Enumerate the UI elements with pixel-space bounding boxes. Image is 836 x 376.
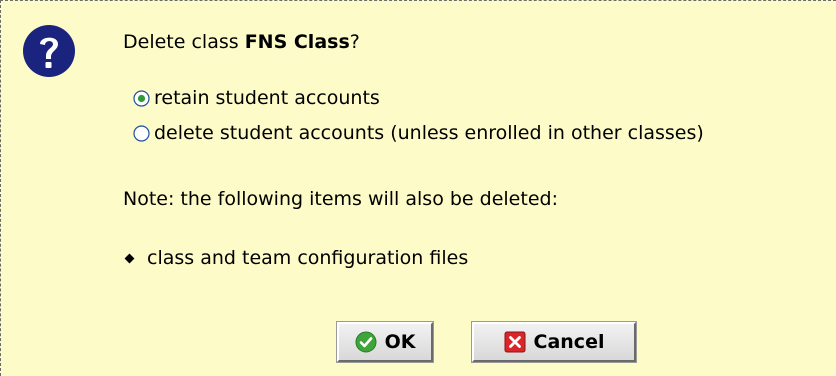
bullet-icon [124,253,135,263]
class-name: FNS Class [244,31,350,53]
radio-unselected-icon[interactable] [133,124,150,142]
retain-accounts-option[interactable]: retain student accounts [133,87,380,109]
cancel-button[interactable]: Cancel [471,321,637,363]
x-icon [504,331,526,353]
cancel-label: Cancel [533,331,605,353]
prompt-suffix: ? [349,31,360,53]
delete-prompt: Delete class FNS Class? [123,31,360,53]
retain-accounts-label: retain student accounts [154,87,380,109]
ok-button[interactable]: OK [336,321,434,363]
checkmark-icon [355,331,377,353]
question-mark-icon [23,25,75,77]
delete-class-dialog: Delete class FNS Class? retain student a… [0,0,836,376]
radio-selected-icon[interactable] [133,89,150,107]
prompt-prefix: Delete class [123,31,245,53]
deletion-note: Note: the following items will also be d… [123,188,558,210]
delete-accounts-option[interactable]: delete student accounts (unless enrolled… [133,122,704,144]
delete-accounts-label: delete student accounts (unless enrolled… [154,122,704,144]
ok-label: OK [384,331,416,353]
list-item: class and team configuration files [123,247,468,269]
list-item-label: class and team configuration files [147,247,469,269]
